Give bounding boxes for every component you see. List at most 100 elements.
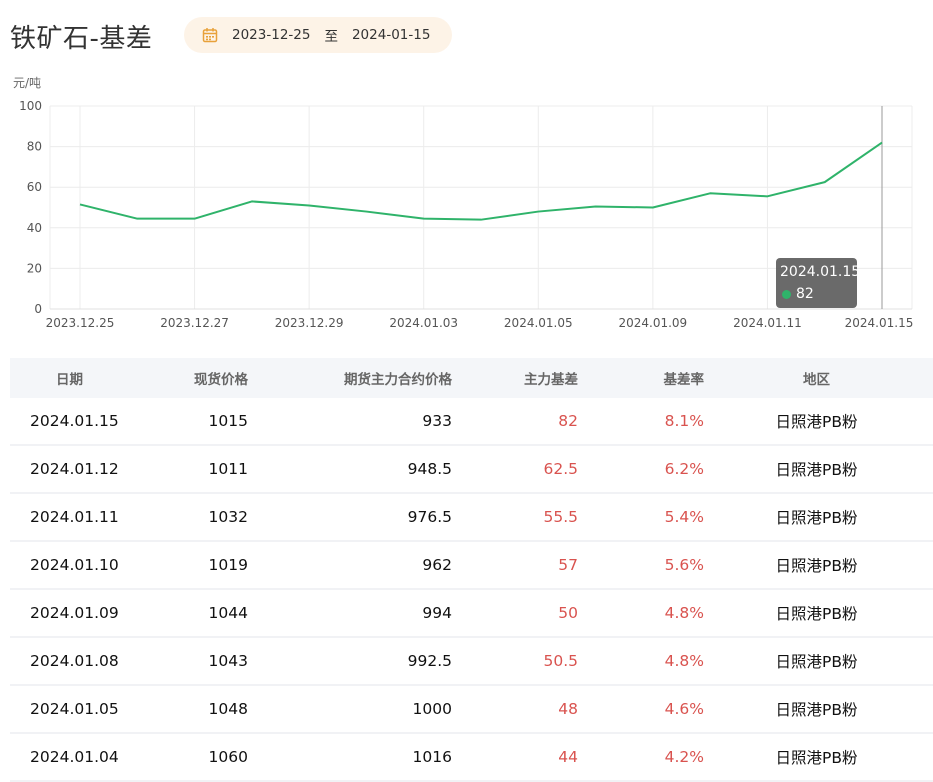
header-date[interactable]: 日期 [10,368,140,388]
cell-date: 2024.01.10 [30,556,119,574]
cell-basis: 48 [558,700,578,718]
tooltip-value: 82 [796,286,814,302]
data-point [708,191,712,195]
cell-futures-price: 1016 [412,748,452,766]
page-header: 铁矿石-基差 [10,14,152,58]
cell-spot-price: 1048 [208,700,248,718]
cell-region: 日照港PB粉 [775,509,858,527]
cell-date: 2024.01.08 [30,652,119,670]
header-futures-price[interactable]: 期货主力合约价格 [248,368,452,388]
cell-futures-price: 1000 [412,700,452,718]
cell-date: 2024.01.05 [30,700,119,718]
chart-tooltip: 2024.01.15 82 [776,258,860,308]
x-tick-label: 2024.01.09 [618,316,687,330]
cell-futures-price: 994 [422,604,452,622]
cell-region: 日照港PB粉 [775,413,858,431]
x-tick-label: 2024.01.05 [504,316,573,330]
data-point [78,202,82,206]
cell-date: 2024.01.12 [30,460,119,478]
cell-futures-price: 992.5 [407,652,452,670]
data-point [823,180,827,184]
data-point [422,217,426,221]
cell-region: 日照港PB粉 [775,605,858,623]
data-point [193,217,197,221]
series-line-basis [79,141,883,221]
cell-basis-rate: 5.6% [664,556,704,574]
table-row[interactable]: 2024.01.08 1043 992.5 50.5 4.8% 日照港PB粉 [10,638,933,686]
cell-basis-rate: 4.8% [664,652,704,670]
cell-basis-rate: 4.2% [664,748,704,766]
x-tick-label: 2024.01.15 [845,316,914,330]
data-point [250,199,254,203]
cell-basis: 50.5 [543,652,578,670]
cell-basis-rate: 6.2% [664,460,704,478]
cell-date: 2024.01.09 [30,604,119,622]
date-range-picker[interactable]: 2023-12-25 至 2024-01-15 [184,17,452,53]
tooltip-series-dot [782,289,791,299]
table-row[interactable]: 2024.01.04 1060 1016 44 4.2% 日照港PB粉 [10,734,933,782]
data-point [479,218,483,222]
cell-basis: 50 [558,604,578,622]
cell-basis: 44 [558,748,578,766]
cell-basis-rate: 4.8% [664,604,704,622]
table-row[interactable]: 2024.01.09 1044 994 50 4.8% 日照港PB粉 [10,590,933,638]
cell-futures-price: 933 [422,412,452,430]
x-tick-label: 2024.01.03 [389,316,458,330]
table-header: 日期 现货价格 期货主力合约价格 主力基差 基差率 地区 [10,358,933,398]
date-to[interactable]: 2024-01-15 [352,27,430,43]
data-point [536,210,540,214]
cell-region: 日照港PB粉 [775,749,858,767]
y-tick-label: 0 [34,302,42,316]
cell-basis: 62.5 [543,460,578,478]
cell-futures-price: 962 [422,556,452,574]
header-spot-price[interactable]: 现货价格 [140,368,248,388]
y-tick-label: 60 [27,180,42,194]
cell-region: 日照港PB粉 [775,701,858,719]
cell-basis-rate: 8.1% [664,412,704,430]
y-tick-label: 20 [27,261,42,275]
x-tick-label: 2023.12.25 [46,316,115,330]
calendar-icon [202,28,218,43]
cell-date: 2024.01.04 [30,748,119,766]
x-tick-label: 2023.12.29 [275,316,344,330]
cell-spot-price: 1060 [208,748,248,766]
cell-basis-rate: 4.6% [664,700,704,718]
cell-basis: 55.5 [543,508,578,526]
table-row[interactable]: 2024.01.15 1015 933 82 8.1% 日照港PB粉 [10,398,933,446]
header-basis[interactable]: 主力基差 [452,368,578,388]
data-point [364,210,368,214]
table-row[interactable]: 2024.01.12 1011 948.5 62.5 6.2% 日照港PB粉 [10,446,933,494]
cell-region: 日照港PB粉 [775,557,858,575]
table-row[interactable]: 2024.01.10 1019 962 57 5.6% 日照港PB粉 [10,542,933,590]
cell-date: 2024.01.11 [30,508,119,526]
data-point [307,203,311,207]
y-tick-label: 100 [19,99,42,113]
y-tick-label: 80 [27,140,42,154]
cell-basis: 57 [558,556,578,574]
data-point [594,204,598,208]
x-tick-label: 2024.01.11 [733,316,802,330]
header-basis-rate[interactable]: 基差率 [578,368,705,388]
cell-spot-price: 1044 [208,604,248,622]
cell-spot-price: 1015 [208,412,248,430]
table-row[interactable]: 2024.01.11 1032 976.5 55.5 5.4% 日照港PB粉 [10,494,933,542]
page-title: 铁矿石-基差 [10,23,153,54]
data-point [651,206,655,210]
date-from[interactable]: 2023-12-25 [232,27,310,43]
cell-basis-rate: 5.4% [664,508,704,526]
header-region[interactable]: 地区 [704,368,929,388]
table-body: 2024.01.15 1015 933 82 8.1% 日照港PB粉 2024.01.12 1… [10,398,933,782]
y-tick-label: 40 [27,221,42,235]
cell-spot-price: 1019 [208,556,248,574]
cell-region: 日照港PB粉 [775,461,858,479]
data-point [135,217,139,221]
basis-table: 日期 现货价格 期货主力合约价格 主力基差 基差率 地区 2024.01.15 1… [10,358,933,782]
cell-futures-price: 948.5 [407,460,452,478]
cell-date: 2024.01.15 [30,412,119,430]
data-point [765,194,769,198]
date-separator: 至 [324,29,338,45]
cell-futures-price: 976.5 [407,508,452,526]
table-row[interactable]: 2024.01.05 1048 1000 48 4.6% 日照港PB粉 [10,686,933,734]
cell-spot-price: 1032 [208,508,248,526]
cell-region: 日照港PB粉 [775,653,858,671]
